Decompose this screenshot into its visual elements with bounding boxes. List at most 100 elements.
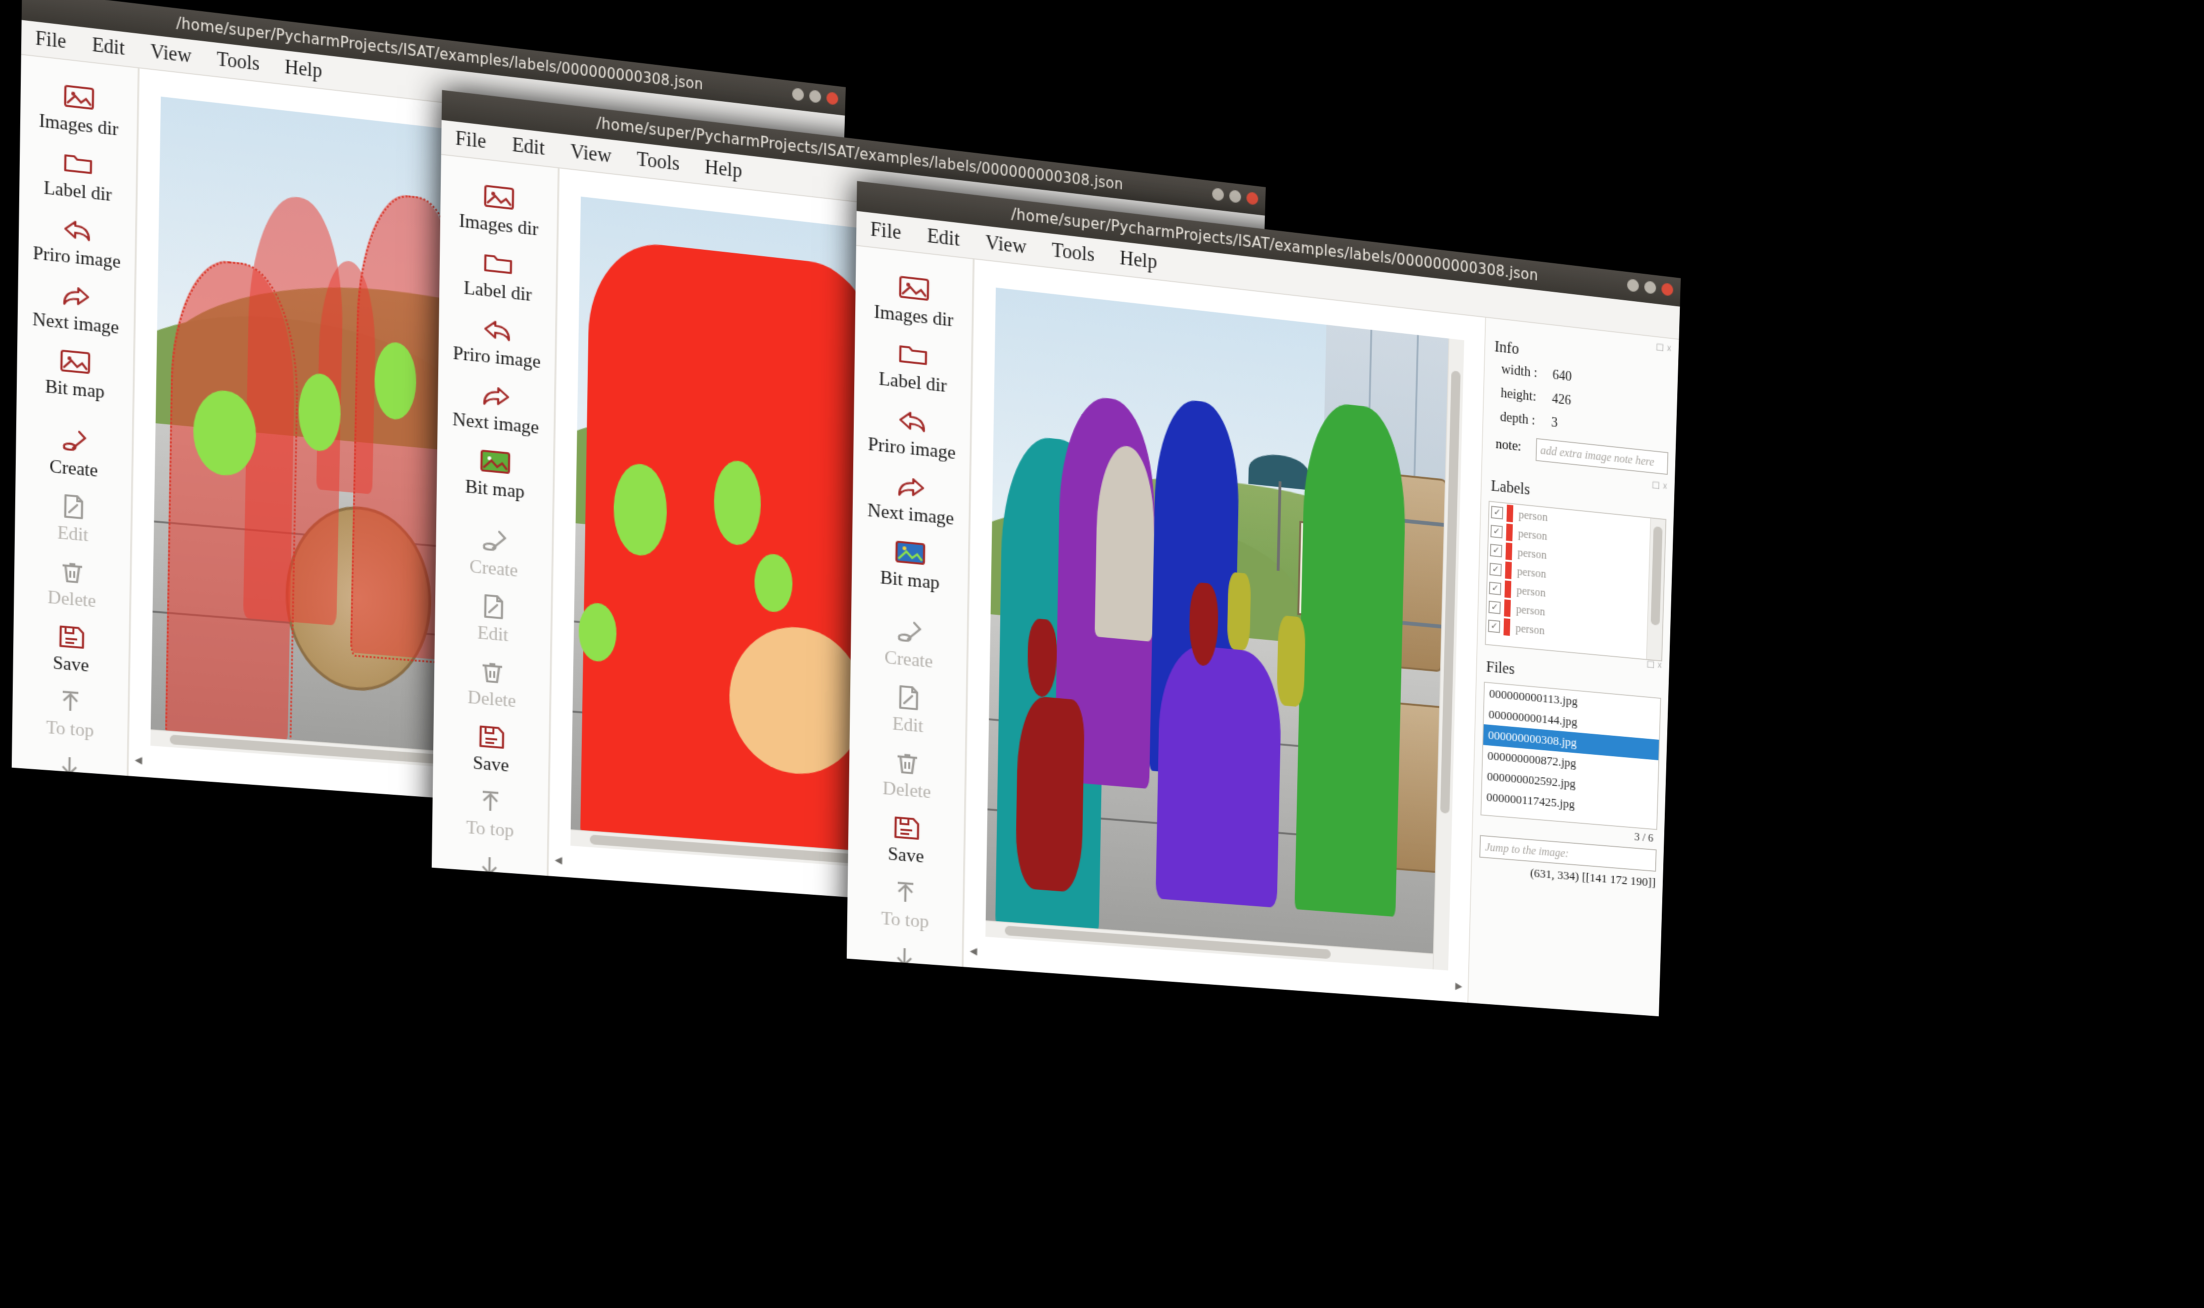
- labels-scrollbar[interactable]: [1646, 518, 1666, 661]
- maximize-button[interactable]: [809, 89, 822, 104]
- scroll-right-arrow[interactable]: ▶: [1455, 981, 1462, 992]
- tool-bit-map[interactable]: Bit map: [17, 335, 134, 410]
- chevron-down-icon[interactable]: ▾: [65, 812, 73, 825]
- tool-prior-image[interactable]: Priro image: [18, 202, 135, 278]
- toolbar-dock-2[interactable]: Images dir Label dir Priro image Next im…: [431, 154, 559, 925]
- toolbar-dock-1[interactable]: Images dir Label dir Priro image Next im…: [11, 54, 139, 825]
- window-controls-1[interactable]: [791, 87, 839, 106]
- scroll-left-arrow[interactable]: ◀: [970, 946, 978, 957]
- label-visibility-checkbox[interactable]: ✓: [1489, 562, 1502, 576]
- tool-save[interactable]: Save: [13, 611, 129, 683]
- tool-images-dir[interactable]: Images dir: [440, 169, 557, 246]
- instance-person-3[interactable]: [1095, 442, 1156, 643]
- window-controls-3[interactable]: [1626, 278, 1674, 297]
- menu-edit[interactable]: Edit: [92, 34, 125, 61]
- polygon-vertices-1[interactable]: [164, 255, 301, 748]
- label-visibility-checkbox[interactable]: ✓: [1488, 581, 1502, 595]
- label-visibility-checkbox[interactable]: ✓: [1488, 600, 1501, 614]
- toolbar-dock-3[interactable]: Images dir Label dir Priro image Next im…: [846, 245, 974, 1016]
- minimize-button[interactable]: [1626, 278, 1640, 293]
- tool-edit[interactable]: Edit: [15, 480, 131, 553]
- undock-icon[interactable]: ☐: [1646, 660, 1654, 671]
- tool-create[interactable]: Create: [436, 514, 553, 588]
- info-dock-3[interactable]: ☐ ☓ Info width : 640 height: 426 depth : …: [1467, 317, 1679, 1017]
- annotation-canvas-3[interactable]: TastingMenu——RedWhite: [985, 287, 1465, 971]
- tool-images-dir[interactable]: Images dir: [855, 260, 972, 337]
- close-button[interactable]: [826, 91, 839, 106]
- undock-icon[interactable]: ☐: [1652, 481, 1660, 492]
- tool-next-image[interactable]: Next image: [17, 268, 134, 343]
- isat-window-instance-segmentation[interactable]: /home/super/PycharmProjects/ISAT/example…: [846, 181, 1681, 1017]
- note-input[interactable]: add extra image note here: [1535, 438, 1669, 475]
- close-button[interactable]: [1661, 282, 1674, 297]
- menu-file[interactable]: File: [870, 218, 901, 244]
- menu-help[interactable]: Help: [1119, 247, 1157, 274]
- undock-icon[interactable]: ☐: [1656, 343, 1664, 354]
- panel-close-icon[interactable]: ☓: [1666, 344, 1671, 355]
- scroll-left-arrow[interactable]: ◀: [555, 855, 563, 866]
- tool-delete[interactable]: Delete: [14, 546, 130, 619]
- label-visibility-checkbox[interactable]: ✓: [1490, 505, 1504, 519]
- minimize-button[interactable]: [1211, 187, 1225, 202]
- menu-edit[interactable]: Edit: [512, 134, 545, 161]
- tool-save[interactable]: Save: [433, 711, 549, 783]
- close-button[interactable]: [1246, 191, 1259, 206]
- label-visibility-checkbox[interactable]: ✓: [1490, 524, 1503, 538]
- panel-close-icon[interactable]: ☓: [1662, 482, 1667, 493]
- label-visibility-checkbox[interactable]: ✓: [1488, 619, 1501, 633]
- tool-to-bottom[interactable]: To bottom: [847, 932, 962, 1003]
- tool-label: Bit map: [464, 476, 525, 503]
- tool-edit[interactable]: Edit: [850, 671, 966, 744]
- scrollbar-thumb[interactable]: [1650, 525, 1663, 626]
- tool-create[interactable]: Create: [16, 414, 133, 488]
- tool-bit-map[interactable]: Bit map: [852, 526, 969, 601]
- labels-list[interactable]: ✓person1 ✓person2 ✓person3 ✓person1 ✓per…: [1484, 500, 1667, 662]
- tool-save[interactable]: Save: [848, 802, 964, 874]
- chevron-down-icon[interactable]: ▾: [485, 912, 493, 925]
- tool-label-dir[interactable]: Label dir: [19, 136, 136, 213]
- tool-delete[interactable]: Delete: [434, 646, 550, 719]
- tool-to-bottom[interactable]: To bottom: [12, 741, 127, 812]
- tool-to-top[interactable]: To top: [847, 867, 963, 939]
- label-visibility-checkbox[interactable]: ✓: [1489, 543, 1503, 557]
- instance-person-7[interactable]: [1014, 694, 1085, 893]
- instance-wineglass-1[interactable]: [1226, 572, 1252, 652]
- menu-view[interactable]: View: [150, 40, 192, 67]
- tool-create[interactable]: Create: [851, 605, 968, 679]
- maximize-button[interactable]: [1644, 280, 1657, 295]
- tool-label-dir[interactable]: Label dir: [439, 236, 556, 313]
- scroll-left-arrow[interactable]: ◀: [135, 755, 143, 766]
- menu-edit[interactable]: Edit: [927, 225, 960, 252]
- tool-to-top[interactable]: To top: [12, 676, 128, 748]
- minimize-button[interactable]: [791, 87, 805, 102]
- menu-file[interactable]: File: [455, 127, 486, 153]
- menu-tools[interactable]: Tools: [637, 148, 680, 176]
- menu-help[interactable]: Help: [704, 156, 742, 183]
- tool-edit[interactable]: Edit: [435, 580, 551, 653]
- instance-person-5[interactable]: [1294, 399, 1408, 917]
- menu-tools[interactable]: Tools: [1052, 239, 1095, 267]
- instance-person-6[interactable]: [1156, 642, 1283, 908]
- tool-bit-map[interactable]: Bit map: [437, 435, 554, 510]
- menu-view[interactable]: View: [985, 231, 1027, 258]
- chevron-down-icon[interactable]: ▾: [900, 1003, 908, 1016]
- tool-delete[interactable]: Delete: [849, 737, 965, 810]
- menu-tools[interactable]: Tools: [217, 48, 260, 76]
- tool-prior-image[interactable]: Priro image: [853, 393, 970, 469]
- tool-prior-image[interactable]: Priro image: [438, 302, 555, 378]
- tool-label-dir[interactable]: Label dir: [854, 327, 971, 404]
- menu-file[interactable]: File: [35, 27, 66, 53]
- tool-to-top[interactable]: To top: [432, 776, 548, 848]
- tool-to-bottom[interactable]: To bottom: [432, 841, 547, 912]
- canvas-area-3[interactable]: TastingMenu——RedWhite: [962, 259, 1486, 1004]
- menu-view[interactable]: View: [570, 140, 612, 167]
- menu-help[interactable]: Help: [284, 56, 322, 83]
- tool-next-image[interactable]: Next image: [437, 368, 554, 443]
- panel-close-icon[interactable]: ☓: [1657, 661, 1662, 672]
- files-list[interactable]: 000000000113.jpg 000000000144.jpg 000000…: [1480, 681, 1662, 830]
- maximize-button[interactable]: [1229, 189, 1242, 204]
- window-controls-2[interactable]: [1211, 187, 1259, 206]
- tool-next-image[interactable]: Next image: [852, 459, 969, 534]
- instance-wineglass-4[interactable]: [1276, 615, 1306, 707]
- tool-images-dir[interactable]: Images dir: [20, 69, 137, 146]
